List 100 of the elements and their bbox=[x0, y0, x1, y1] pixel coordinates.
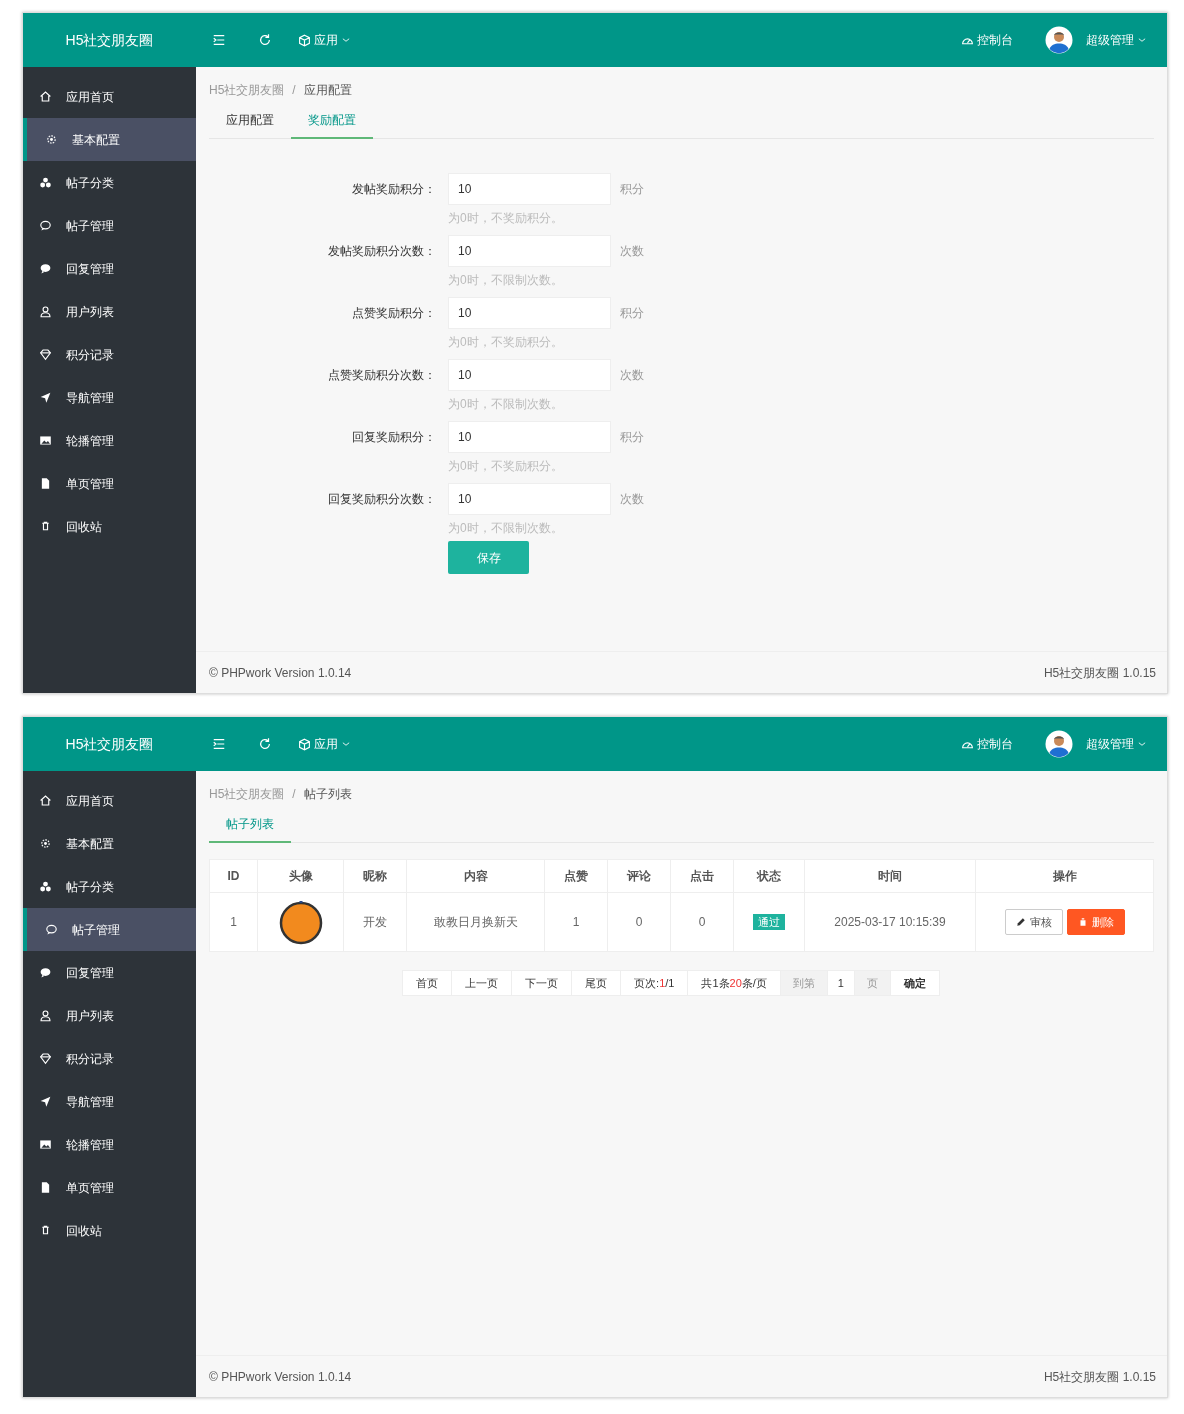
image-icon bbox=[39, 434, 52, 447]
brand-title: H5社交朋友圈 bbox=[64, 734, 155, 754]
column-header: ID bbox=[209, 859, 258, 893]
pencil-icon bbox=[1015, 917, 1026, 927]
console-link[interactable]: 控制台 bbox=[961, 735, 1013, 753]
sidebar-item[interactable]: 帖子分类 bbox=[23, 161, 196, 204]
copyright-text: © PHPwork Version 1.0.14 bbox=[209, 1368, 352, 1386]
trash-icon bbox=[39, 520, 52, 533]
column-header: 点赞 bbox=[544, 859, 608, 893]
caret-icon bbox=[1137, 739, 1147, 749]
refresh-icon bbox=[258, 737, 272, 751]
menu-toggle-button[interactable] bbox=[212, 33, 226, 47]
chat-icon bbox=[39, 966, 52, 979]
field-label: 回复奖励积分： bbox=[351, 429, 437, 446]
app-menu-button[interactable]: 应用 bbox=[298, 31, 351, 49]
page-number-field[interactable]: 1 bbox=[826, 970, 855, 996]
unit-label: 次数 bbox=[620, 367, 644, 384]
tab[interactable]: 帖子列表 bbox=[209, 815, 291, 843]
sidebar-item[interactable]: 回复管理 bbox=[23, 247, 196, 290]
pagination-link[interactable]: 上一页 bbox=[451, 970, 513, 996]
console-link[interactable]: 控制台 bbox=[961, 31, 1013, 49]
table-cell: 0 bbox=[670, 892, 734, 952]
chat-bubble-icon bbox=[45, 923, 58, 936]
input-field[interactable]: 10 bbox=[448, 421, 611, 453]
sidebar-item[interactable]: 回收站 bbox=[23, 1209, 196, 1252]
brand-title: H5社交朋友圈 bbox=[64, 30, 155, 50]
app-menu-button[interactable]: 应用 bbox=[298, 735, 351, 753]
table-cell: 开发 bbox=[343, 892, 407, 952]
caret-icon bbox=[341, 739, 351, 749]
confirm-button[interactable]: 确定 bbox=[889, 970, 940, 996]
table-cell: 1 bbox=[209, 892, 258, 952]
sidebar-item[interactable]: 用户列表 bbox=[23, 290, 196, 333]
version-text: H5社交朋友圈 1.0.15 bbox=[1043, 664, 1156, 682]
gear-icon bbox=[39, 837, 52, 850]
unit-label: 积分 bbox=[620, 305, 644, 322]
pagination-link[interactable]: 下一页 bbox=[511, 970, 573, 996]
page-label: 到第 bbox=[779, 970, 828, 996]
gear-icon bbox=[45, 133, 58, 146]
sidebar-item[interactable]: 帖子管理 bbox=[23, 908, 196, 951]
table-cell: 敢教日月换新天 bbox=[406, 892, 545, 952]
file-icon bbox=[39, 1181, 52, 1194]
cube-icon bbox=[298, 33, 311, 47]
input-field[interactable]: 10 bbox=[448, 235, 611, 267]
copyright-text: © PHPwork Version 1.0.14 bbox=[209, 664, 352, 682]
home-icon bbox=[39, 90, 52, 103]
input-field[interactable]: 10 bbox=[448, 483, 611, 515]
breadcrumb-current: 帖子列表 bbox=[303, 786, 352, 803]
refresh-icon bbox=[258, 33, 272, 47]
tab[interactable]: 奖励配置 bbox=[291, 111, 373, 139]
sidebar-item[interactable]: 基本配置 bbox=[23, 822, 196, 865]
sidebar-item[interactable]: 基本配置 bbox=[23, 118, 196, 161]
sidebar-item[interactable]: 帖子管理 bbox=[23, 204, 196, 247]
user-menu-button[interactable]: 超级管理 bbox=[1045, 730, 1147, 758]
sidebar-item[interactable]: 回复管理 bbox=[23, 951, 196, 994]
cubes-icon bbox=[39, 880, 52, 893]
field-label: 回复奖励积分次数： bbox=[327, 491, 437, 508]
page-info: 共1条20条/页 bbox=[687, 970, 781, 996]
refresh-button[interactable] bbox=[258, 737, 272, 751]
sidebar-item[interactable]: 回收站 bbox=[23, 505, 196, 548]
user-menu-button[interactable]: 超级管理 bbox=[1045, 26, 1147, 54]
table-cell: 2025-03-17 10:15:39 bbox=[804, 892, 976, 952]
sidebar-item[interactable]: 应用首页 bbox=[23, 779, 196, 822]
input-field[interactable]: 10 bbox=[448, 359, 611, 391]
review-button[interactable]: 审核 bbox=[1004, 909, 1063, 935]
pagination-link[interactable]: 首页 bbox=[402, 970, 453, 996]
send-arrow-icon bbox=[39, 1095, 52, 1108]
cubes-icon bbox=[39, 176, 52, 189]
sidebar-item[interactable]: 导航管理 bbox=[23, 1080, 196, 1123]
chat-icon bbox=[39, 262, 52, 275]
sidebar-item[interactable]: 应用首页 bbox=[23, 75, 196, 118]
column-header: 状态 bbox=[733, 859, 805, 893]
sidebar-item[interactable]: 单页管理 bbox=[23, 1166, 196, 1209]
tab[interactable]: 应用配置 bbox=[209, 111, 291, 139]
sidebar-item[interactable]: 单页管理 bbox=[23, 462, 196, 505]
sidebar-item[interactable]: 积分记录 bbox=[23, 333, 196, 376]
pagination-link[interactable]: 尾页 bbox=[571, 970, 622, 996]
refresh-button[interactable] bbox=[258, 33, 272, 47]
sidebar-item[interactable]: 帖子分类 bbox=[23, 865, 196, 908]
table-cell: 0 bbox=[607, 892, 671, 952]
sidebar-item[interactable]: 轮播管理 bbox=[23, 1123, 196, 1166]
input-field[interactable]: 10 bbox=[448, 297, 611, 329]
column-header: 内容 bbox=[406, 859, 545, 893]
page-label: 页 bbox=[853, 970, 891, 996]
unit-label: 积分 bbox=[620, 429, 644, 446]
sidebar-item[interactable]: 导航管理 bbox=[23, 376, 196, 419]
version-text: H5社交朋友圈 1.0.15 bbox=[1043, 1368, 1156, 1386]
user-icon bbox=[39, 1009, 52, 1022]
sidebar-item[interactable]: 积分记录 bbox=[23, 1037, 196, 1080]
send-arrow-icon bbox=[39, 391, 52, 404]
menu-toggle-button[interactable] bbox=[212, 737, 226, 751]
table-cell: 1 bbox=[544, 892, 608, 952]
page-info: 页次:1/1 bbox=[620, 970, 689, 996]
input-field[interactable]: 10 bbox=[448, 173, 611, 205]
file-icon bbox=[39, 477, 52, 490]
sidebar-item[interactable]: 轮播管理 bbox=[23, 419, 196, 462]
column-header: 操作 bbox=[975, 859, 1154, 893]
user-icon bbox=[39, 305, 52, 318]
sidebar-item[interactable]: 用户列表 bbox=[23, 994, 196, 1037]
diamond-icon bbox=[39, 348, 52, 361]
column-header: 昵称 bbox=[343, 859, 407, 893]
